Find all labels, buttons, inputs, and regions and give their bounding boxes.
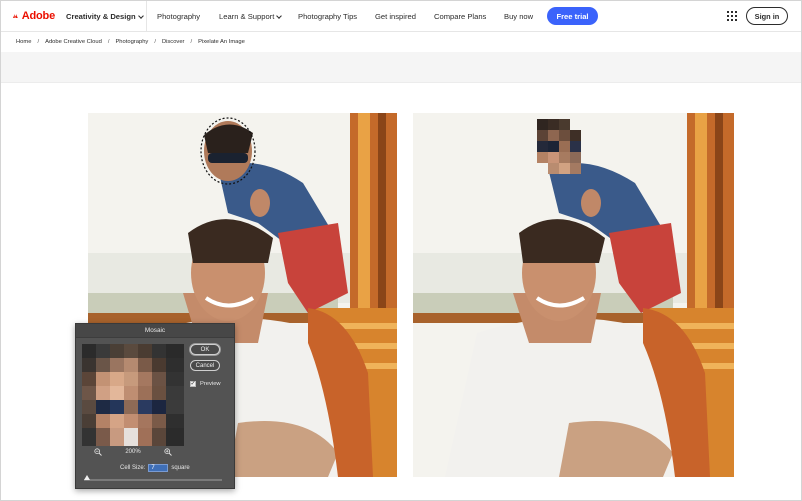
top-navigation: Adobe Creativity & Design Photography Le…: [1, 1, 801, 32]
breadcrumb-discover[interactable]: Discover: [162, 39, 185, 45]
breadcrumb-separator: /: [154, 39, 156, 45]
preview-checkbox[interactable]: ✓: [190, 381, 196, 387]
cell-size-label: Cell Size:: [120, 465, 146, 471]
breadcrumb-separator: /: [107, 39, 110, 45]
free-trial-button[interactable]: Free trial: [547, 7, 598, 25]
mosaic-dialog: Mosaic OK Cancel ✓ Preview 200% Cell Siz…: [75, 323, 235, 489]
cell-size-slider-track[interactable]: [84, 479, 222, 481]
adobe-logo-icon: [13, 14, 18, 18]
adobe-logo[interactable]: Adobe: [1, 1, 55, 32]
cell-size-slider-thumb[interactable]: [84, 475, 90, 480]
breadcrumb-separator: /: [190, 39, 193, 45]
nav-creativity-design[interactable]: Creativity & Design: [66, 1, 144, 32]
zoom-controls: 200%: [82, 448, 184, 456]
after-photo: [413, 113, 734, 477]
chevron-down-icon: [137, 12, 144, 19]
app-switcher-icon[interactable]: [727, 11, 737, 21]
dialog-title: Mosaic: [76, 324, 234, 338]
preview-label: Preview: [200, 381, 221, 387]
adobe-logo-text: Adobe: [21, 10, 55, 22]
nav-learn-support-label: Learn & Support: [219, 12, 275, 21]
mosaic-preview-image[interactable]: [82, 344, 184, 446]
after-photo-image: [413, 113, 734, 477]
preview-checkbox-row[interactable]: ✓ Preview: [190, 381, 221, 387]
nav-get-inspired[interactable]: Get inspired: [375, 1, 416, 32]
nav-buy-now[interactable]: Buy now: [504, 1, 533, 32]
zoom-out-icon[interactable]: [94, 448, 102, 456]
nav-compare-plans[interactable]: Compare Plans: [434, 1, 486, 32]
cancel-button[interactable]: Cancel: [190, 360, 220, 371]
nav-photography-tips-label: Photography Tips: [298, 12, 358, 21]
nav-creativity-design-label: Creativity & Design: [66, 12, 136, 21]
nav-get-inspired-label: Get inspired: [375, 12, 416, 21]
ok-button[interactable]: OK: [190, 344, 220, 355]
nav-photography-tips[interactable]: Photography Tips: [298, 1, 357, 32]
cell-size-row: Cell Size: 7 square: [120, 464, 190, 472]
nav-learn-support[interactable]: Learn & Support: [219, 1, 283, 32]
nav-buy-now-label: Buy now: [504, 12, 534, 21]
chevron-down-icon: [276, 12, 283, 19]
nav-photography-label: Photography: [157, 12, 201, 21]
breadcrumb-current-page: Pixelate An Image: [198, 39, 245, 45]
breadcrumb-creative-cloud[interactable]: Adobe Creative Cloud: [45, 39, 102, 45]
zoom-level: 200%: [125, 449, 141, 455]
sign-in-button[interactable]: Sign in: [746, 7, 788, 25]
nav-compare-plans-label: Compare Plans: [434, 12, 487, 21]
header-band: [1, 52, 801, 83]
nav-photography[interactable]: Photography: [157, 1, 200, 32]
zoom-in-icon[interactable]: [164, 448, 173, 456]
breadcrumb: Home / Adobe Creative Cloud / Photograph…: [16, 39, 245, 45]
breadcrumb-home[interactable]: Home: [16, 39, 31, 45]
cell-size-unit: square: [171, 465, 190, 471]
breadcrumb-photography[interactable]: Photography: [115, 39, 148, 45]
cell-size-input[interactable]: 7: [148, 464, 169, 472]
breadcrumb-separator: /: [37, 39, 40, 45]
nav-divider: [146, 1, 147, 32]
